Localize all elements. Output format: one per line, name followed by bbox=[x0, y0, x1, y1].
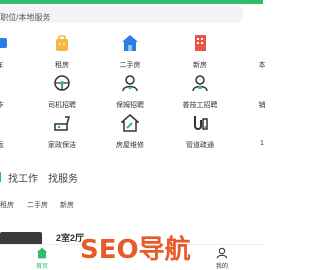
grid-item-label: 保姆招聘 bbox=[116, 102, 144, 109]
nanny-icon bbox=[122, 75, 138, 92]
grid-item-label: 租房 bbox=[55, 62, 69, 69]
watermark-text: SEO导航 bbox=[80, 234, 191, 264]
category-tabs: 找工作 找服务 bbox=[0, 170, 263, 186]
home-icon bbox=[36, 247, 48, 259]
sub-category-tabs: 租房 二手房 新房 bbox=[0, 200, 263, 212]
grid-item-label: 家政保洁 bbox=[48, 142, 76, 149]
seo-watermark-logo: SEO导航 bbox=[80, 234, 191, 264]
grid-item-label: 管道疏通 bbox=[186, 142, 214, 149]
technician-icon bbox=[192, 75, 208, 92]
grid-item-label: 本 bbox=[258, 62, 266, 69]
grid-item-nanny-jobs[interactable]: 保姆招聘 bbox=[100, 74, 160, 114]
grid-item-transport[interactable]: 运 bbox=[0, 114, 30, 154]
top-accent-bar bbox=[0, 0, 263, 4]
cleaning-icon bbox=[54, 116, 70, 131]
house-icon bbox=[122, 35, 138, 51]
grid-item-label: 房屋维修 bbox=[116, 142, 144, 149]
grid-item-rent[interactable]: 租房 bbox=[32, 34, 92, 74]
rent-bag-icon bbox=[56, 35, 68, 51]
grid-item-label: 普技工招聘 bbox=[182, 102, 218, 109]
repair-icon bbox=[121, 114, 139, 132]
grid-item-label: 作 bbox=[0, 100, 30, 110]
grid-item-car[interactable]: 车 bbox=[0, 34, 30, 74]
building-icon bbox=[195, 35, 206, 51]
grid-item-label: 新房 bbox=[193, 62, 207, 69]
tab-find-service[interactable]: 找服务 bbox=[48, 170, 78, 185]
grid-item-pipe-unclog[interactable]: 管道疏通 bbox=[170, 114, 230, 154]
driver-icon bbox=[54, 75, 70, 91]
grid-item-label: 1 bbox=[260, 140, 264, 147]
grid-item-label: 车 bbox=[0, 60, 30, 70]
service-grid: 车 租房 二手房 新房 本 作 bbox=[0, 34, 266, 154]
grid-item-house-repair[interactable]: 房屋维修 bbox=[100, 114, 160, 154]
grid-item-label: 运 bbox=[0, 140, 30, 150]
pipe-icon bbox=[194, 116, 208, 130]
grid-item-label: 司机招聘 bbox=[48, 102, 76, 109]
grid-item-more[interactable]: 1 bbox=[232, 114, 292, 154]
grid-item-new-house[interactable]: 新房 bbox=[170, 34, 230, 74]
grid-item-driver-jobs[interactable]: 司机招聘 bbox=[32, 74, 92, 114]
grid-item-second-hand-house[interactable]: 二手房 bbox=[100, 34, 160, 74]
grid-item-technician-jobs[interactable]: 普技工招聘 bbox=[170, 74, 230, 114]
grid-item-label: 二手房 bbox=[119, 62, 141, 69]
grid-item-sales[interactable]: 销 bbox=[232, 74, 292, 114]
subtab-new-house[interactable]: 新房 bbox=[60, 200, 74, 210]
tab-indicator bbox=[0, 172, 1, 182]
search-placeholder: /职位/本地服务 bbox=[0, 13, 51, 22]
tab-find-job[interactable]: 找工作 bbox=[8, 170, 38, 185]
subtab-rent[interactable]: 租房 bbox=[0, 200, 14, 210]
subtab-second-hand-house[interactable]: 二手房 bbox=[27, 200, 48, 210]
grid-item-cleaning[interactable]: 家政保洁 bbox=[32, 114, 92, 154]
grid-item-work[interactable]: 作 bbox=[0, 74, 30, 114]
grid-item-local[interactable]: 本 bbox=[232, 34, 292, 74]
car-icon bbox=[0, 38, 7, 48]
grid-item-label: 销 bbox=[258, 102, 266, 109]
search-bar[interactable]: /职位/本地服务 bbox=[0, 5, 244, 23]
